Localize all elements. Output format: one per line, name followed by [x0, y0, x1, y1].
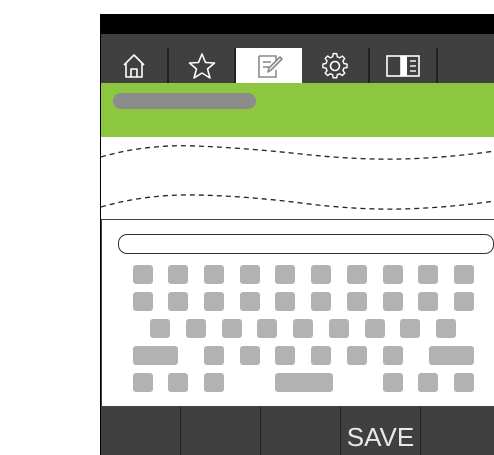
key[interactable]	[347, 346, 367, 365]
book-icon	[385, 51, 421, 81]
content-break-indicator	[101, 145, 494, 210]
tab-edit[interactable]	[236, 48, 302, 83]
key[interactable]	[133, 292, 153, 311]
save-button[interactable]: SAVE	[341, 407, 421, 455]
key[interactable]	[365, 319, 385, 338]
keyboard-text-input[interactable]	[118, 234, 494, 254]
key[interactable]	[293, 319, 313, 338]
gear-icon	[320, 51, 350, 81]
key[interactable]	[311, 346, 331, 365]
space-key[interactable]	[275, 373, 333, 392]
key[interactable]	[186, 319, 206, 338]
key[interactable]	[204, 265, 224, 284]
key[interactable]	[383, 265, 403, 284]
backspace-key[interactable]	[429, 346, 474, 365]
shift-key[interactable]	[133, 346, 178, 365]
tab-settings[interactable]	[302, 48, 370, 83]
key[interactable]	[257, 319, 277, 338]
key[interactable]	[204, 373, 224, 392]
key[interactable]	[347, 292, 367, 311]
key[interactable]	[383, 292, 403, 311]
key[interactable]	[418, 292, 438, 311]
key[interactable]	[133, 373, 153, 392]
key[interactable]	[275, 346, 295, 365]
home-icon	[119, 51, 149, 81]
action-button-3[interactable]	[261, 407, 341, 455]
key[interactable]	[454, 373, 474, 392]
key[interactable]	[168, 265, 188, 284]
key[interactable]	[329, 319, 349, 338]
tab-home[interactable]	[101, 48, 169, 83]
action-button-2[interactable]	[181, 407, 261, 455]
key[interactable]	[383, 346, 403, 365]
status-bar	[101, 14, 494, 34]
key[interactable]	[240, 292, 260, 311]
key[interactable]	[275, 265, 295, 284]
key[interactable]	[400, 319, 420, 338]
key[interactable]	[311, 265, 331, 284]
key[interactable]	[240, 265, 260, 284]
key[interactable]	[311, 292, 331, 311]
key[interactable]	[275, 292, 295, 311]
key[interactable]	[418, 265, 438, 284]
key[interactable]	[168, 292, 188, 311]
tab-reader[interactable]	[370, 48, 438, 83]
star-icon	[187, 51, 217, 81]
key[interactable]	[383, 373, 403, 392]
key[interactable]	[150, 319, 170, 338]
key[interactable]	[133, 265, 153, 284]
key[interactable]	[240, 346, 260, 365]
key[interactable]	[454, 292, 474, 311]
page: SAVE	[0, 0, 494, 455]
tab-favorites[interactable]	[169, 48, 236, 83]
bottom-action-bar: SAVE	[101, 407, 494, 455]
action-button-5[interactable]	[421, 407, 494, 455]
key[interactable]	[168, 373, 188, 392]
key[interactable]	[454, 265, 474, 284]
key[interactable]	[204, 346, 224, 365]
key[interactable]	[204, 292, 224, 311]
action-button-1[interactable]	[101, 407, 181, 455]
key[interactable]	[347, 265, 367, 284]
key[interactable]	[436, 319, 456, 338]
title-placeholder	[113, 93, 256, 109]
title-bar	[101, 83, 494, 137]
key[interactable]	[418, 373, 438, 392]
key[interactable]	[222, 319, 242, 338]
device-screen: SAVE	[100, 14, 494, 455]
edit-icon	[254, 51, 284, 81]
